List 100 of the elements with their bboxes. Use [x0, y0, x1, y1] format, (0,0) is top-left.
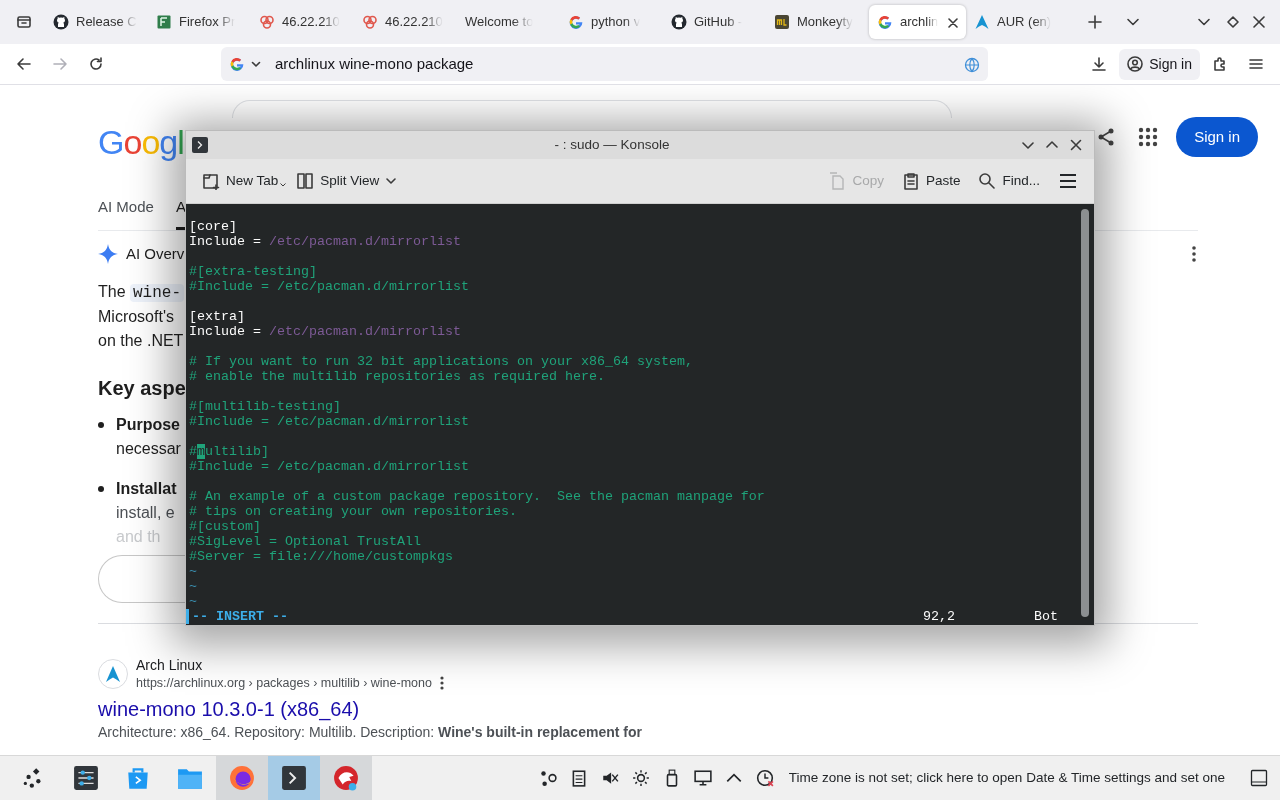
paragraph-line: on the .NET: [98, 330, 184, 351]
apps-grid-icon[interactable]: [1138, 127, 1159, 147]
bullet-text: Installat: [116, 478, 177, 499]
rings-icon: [362, 14, 378, 30]
result-url[interactable]: https://archlinux.org › packages › multilib › wine-mono: [136, 673, 432, 692]
code-line: Include = /etc/pacman.d/mirrorlist: [189, 324, 462, 339]
documents-icon: [828, 172, 847, 190]
bullet-text: necessar: [116, 438, 181, 459]
browser-tab[interactable]: GitHub -: [663, 5, 766, 39]
code-line: #Include = /etc/pacman.d/mirrorlist: [189, 459, 470, 474]
site-name[interactable]: Arch Linux: [136, 655, 444, 674]
caret-icon: [385, 175, 398, 187]
taskbar-app[interactable]: [320, 756, 372, 800]
search-tab[interactable]: AI Mode: [98, 184, 154, 230]
scroll-position: Bot: [1034, 609, 1058, 624]
fox-globe-icon: [229, 765, 255, 791]
section-heading: Key aspe: [98, 375, 186, 401]
download-icon[interactable]: [1091, 56, 1108, 72]
menu-icon[interactable]: [1059, 173, 1077, 189]
browser-tab[interactable]: 46.22.210: [251, 5, 354, 39]
peak-icon: [104, 664, 122, 683]
g-logo-icon: [568, 14, 584, 30]
browser-tab[interactable]: python v: [560, 5, 663, 39]
code-line: #[custom]: [189, 519, 262, 534]
cursor-position: 92,2: [923, 609, 956, 624]
code-line: [extra]: [189, 309, 246, 324]
close-icon[interactable]: [948, 17, 958, 28]
terminal-icon: [281, 765, 307, 791]
close-icon[interactable]: [1070, 139, 1082, 151]
peak-icon: [974, 14, 990, 30]
globe-icon[interactable]: [964, 56, 980, 73]
person-icon: [1127, 56, 1144, 72]
sign-in-button[interactable]: Sign in: [1119, 48, 1200, 80]
more-icon[interactable]: [1192, 246, 1196, 263]
code-line: ~: [189, 594, 198, 609]
more-icon[interactable]: [439, 675, 444, 690]
bullet-text: install, e: [116, 502, 175, 523]
address-bar[interactable]: archlinux wine-mono package: [221, 47, 988, 81]
code-line: # An example of a custom package repository. See the pacman manpage for: [189, 489, 766, 504]
terminal-icon: [192, 137, 208, 153]
brightness-icon[interactable]: [631, 769, 650, 787]
minimize-icon[interactable]: [1022, 139, 1034, 151]
maximize-icon[interactable]: [1227, 16, 1239, 28]
taskbar-app[interactable]: [216, 756, 268, 800]
scrollbar[interactable]: [1081, 209, 1089, 617]
toolbar-button[interactable]: Paste: [895, 166, 967, 196]
network-icon[interactable]: [538, 769, 557, 787]
monitor-icon[interactable]: [693, 769, 712, 787]
browser-tab[interactable]: Release C: [45, 5, 148, 39]
code-line: #Include = /etc/pacman.d/mirrorlist: [189, 414, 470, 429]
code-line: #Include = /etc/pacman.d/mirrorlist: [189, 279, 470, 294]
overview-title: AI Overv: [126, 243, 185, 264]
rings-icon: [259, 14, 275, 30]
plus-icon[interactable]: [1088, 15, 1102, 29]
code-line: ~: [189, 564, 198, 579]
cat-icon: [671, 14, 687, 30]
g-logo-icon: [229, 56, 245, 72]
columns-icon: [296, 172, 315, 190]
sign-in-button[interactable]: Sign in: [1176, 116, 1258, 158]
code-line: # enable the multilib repositories as required here.: [189, 369, 606, 384]
back-icon[interactable]: [16, 56, 32, 72]
status-message[interactable]: Time zone is not set; click here to open Date & Time settings and set one: [788, 767, 1225, 789]
code-line: #SigLevel = Optional TrustAll: [189, 534, 422, 549]
bullet-text: Purpose: [116, 414, 180, 435]
browser-tab[interactable]: Firefox Pr: [148, 5, 251, 39]
toolbar-button[interactable]: Split View: [290, 166, 404, 196]
puzzle-icon[interactable]: [1212, 56, 1228, 72]
window-title: - : sudo — Konsole: [554, 135, 670, 154]
sparkle-icon: [98, 243, 118, 264]
window-plus-icon: [202, 172, 220, 190]
browser-tab[interactable]: archlin: [869, 5, 966, 39]
caret-icon[interactable]: [251, 59, 261, 69]
close-icon[interactable]: [1253, 16, 1265, 28]
g-logo-icon: [877, 14, 893, 30]
clipboard-icon: [901, 172, 920, 190]
result-snippet: Architecture: x86_64. Repository: Multilib. Description: Wine's built-in replacement for: [98, 722, 643, 742]
show-desktop-icon[interactable]: [1250, 769, 1268, 787]
code-line: # tips on creating your own repositories.: [189, 504, 518, 519]
reload-icon[interactable]: [88, 56, 104, 72]
clock-alert-icon[interactable]: [755, 769, 774, 787]
browser-tab[interactable]: Monkeyty: [766, 5, 869, 39]
result-link[interactable]: wine-mono 10.3.0-1 (x86_64): [98, 695, 1258, 722]
logo: Googl: [98, 122, 184, 162]
dragon-icon: [333, 765, 359, 791]
taskbar-app[interactable]: [268, 756, 320, 800]
toolbar-button[interactable]: Find...: [972, 166, 1046, 196]
tab-list-icon[interactable]: [16, 14, 32, 30]
code-line: ~: [189, 579, 198, 594]
menu-icon[interactable]: [1248, 56, 1264, 72]
code-line: #Server = file:///home/custompkgs: [189, 549, 454, 564]
caret-icon: [280, 183, 287, 188]
code-line: [core]: [189, 219, 238, 234]
browser-tab[interactable]: 46.22.210: [354, 5, 457, 39]
maximize-icon[interactable]: [1046, 139, 1058, 151]
toolbar-button[interactable]: New Tab: [196, 166, 285, 196]
browser-tab[interactable]: AUR (en): [966, 5, 1069, 39]
code-line: #[multilib-testing]: [189, 399, 342, 414]
sliders-icon: [73, 765, 99, 791]
code-line: # If you want to run 32 bit applications on your x86_64 system,: [189, 354, 694, 369]
square-logo-icon: [774, 14, 790, 30]
